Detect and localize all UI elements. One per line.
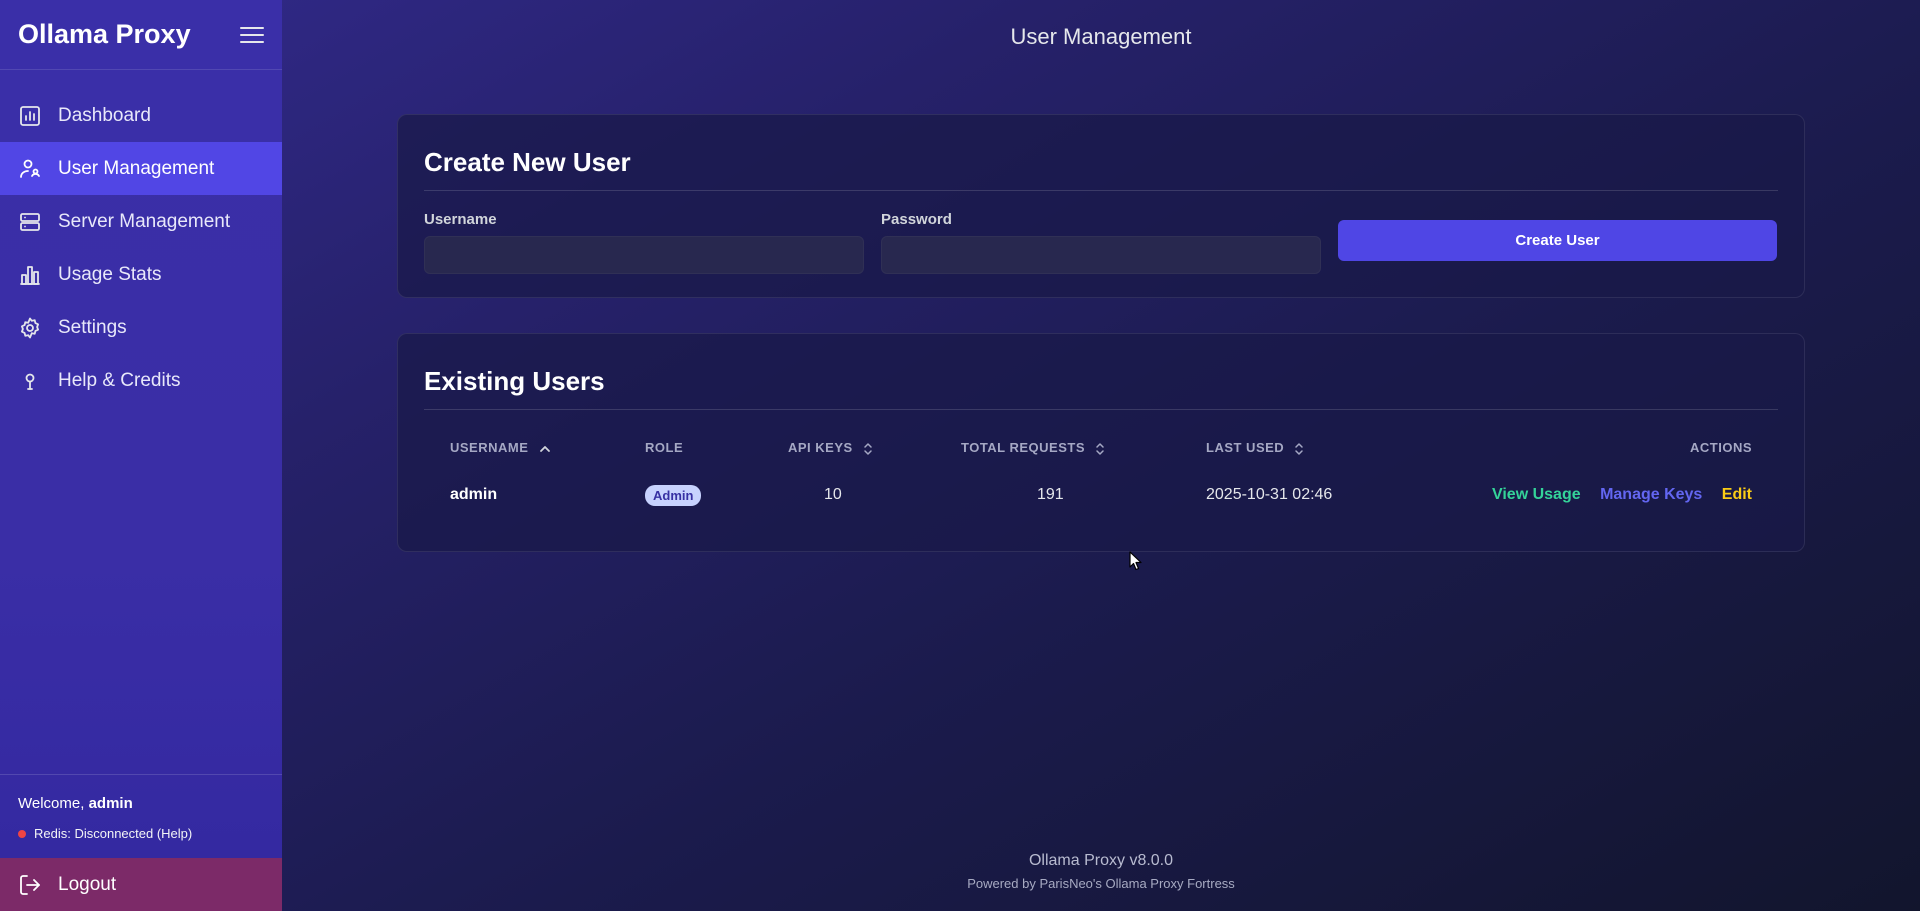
view-usage-link[interactable]: View Usage [1492, 486, 1581, 503]
create-user-card: Create New User Username Password Create… [397, 114, 1805, 298]
manage-keys-link[interactable]: Manage Keys [1600, 486, 1702, 503]
table-header-row: USERNAME ROLE API KEYS TOTAL REQUESTS LA… [424, 440, 1778, 472]
column-header-username[interactable]: USERNAME [424, 440, 619, 472]
logout-icon [20, 874, 40, 895]
cell-actions: View Usage Manage Keys Edit [1391, 472, 1778, 519]
create-user-heading: Create New User [424, 115, 1778, 191]
sidebar-item-server-management[interactable]: Server Management [0, 195, 282, 248]
sidebar-item-dashboard[interactable]: Dashboard [0, 89, 282, 142]
column-header-total-requests[interactable]: TOTAL REQUESTS [935, 440, 1180, 472]
sidebar-header: Ollama Proxy [0, 0, 282, 70]
sidebar-item-label: Help & Credits [58, 369, 181, 391]
existing-users-heading: Existing Users [424, 334, 1778, 410]
cell-username: admin [450, 486, 498, 504]
redis-status-text: Redis: Disconnected (Help) [34, 826, 193, 841]
sidebar-item-label: Dashboard [58, 104, 151, 126]
server-icon [20, 212, 40, 231]
password-input[interactable] [881, 236, 1321, 274]
app-title: Ollama Proxy [18, 19, 191, 49]
sidebar-item-user-management[interactable]: User Management [0, 142, 282, 195]
username-label: Username [424, 211, 497, 228]
role-badge: Admin [645, 484, 702, 506]
column-label: API KEYS [788, 440, 853, 455]
footer-version: Ollama Proxy v8.0.0 [1028, 852, 1174, 869]
redis-status[interactable]: Redis: Disconnected (Help) [18, 826, 264, 841]
column-header-role: ROLE [619, 440, 762, 472]
sidebar-item-label: Server Management [58, 210, 231, 232]
column-header-actions: ACTIONS [1391, 440, 1778, 472]
help-icon [25, 373, 35, 390]
column-header-api-keys[interactable]: API KEYS [762, 440, 935, 472]
sidebar-item-usage-stats[interactable]: Usage Stats [0, 248, 282, 301]
column-label: LAST USED [1206, 440, 1285, 455]
create-user-button[interactable]: Create User [1338, 220, 1777, 261]
column-header-last-used[interactable]: LAST USED [1180, 440, 1391, 472]
cell-role: Admin [619, 472, 762, 519]
chart-icon [20, 105, 40, 126]
sidebar-item-label: Settings [58, 316, 127, 338]
sidebar-item-help-credits[interactable]: Help & Credits [0, 354, 282, 407]
password-label: Password [881, 211, 952, 228]
column-label: ACTIONS [1690, 440, 1752, 456]
column-label: TOTAL REQUESTS [961, 440, 1086, 455]
page-title: User Management [1010, 24, 1192, 49]
sidebar-item-settings[interactable]: Settings [0, 301, 282, 354]
sidebar-item-label: Usage Stats [58, 263, 162, 285]
sidebar: Ollama Proxy Dashboard User Management S… [0, 0, 282, 911]
username-input[interactable] [424, 236, 864, 274]
column-label: USERNAME [450, 440, 529, 456]
column-label: ROLE [645, 440, 684, 456]
user-info: Welcome, admin Redis: Disconnected (Help… [0, 774, 282, 858]
create-user-form: Username Password Create User [424, 211, 1778, 274]
cell-total-requests: 191 [1037, 486, 1064, 504]
logout-label: Logout [58, 873, 117, 895]
welcome-username: admin [88, 795, 133, 812]
users-table: USERNAME ROLE API KEYS TOTAL REQUESTS LA… [424, 440, 1778, 519]
sort-icon [1295, 442, 1304, 455]
main-content: User Management Create New User Username… [282, 0, 1920, 911]
cell-api-keys: 10 [824, 486, 842, 504]
edit-link[interactable]: Edit [1722, 486, 1752, 503]
footer-powered: Powered by ParisNeo's Ollama Proxy Fortr… [967, 876, 1235, 891]
mouse-cursor-icon [1129, 551, 1142, 571]
sort-icon [864, 442, 872, 455]
sort-up-icon [539, 445, 550, 452]
welcome-text: Welcome, admin [18, 795, 264, 812]
bar-chart-icon [20, 265, 40, 285]
welcome-prefix: Welcome, [18, 795, 85, 812]
cell-last-used: 2025-10-31 02:46 [1206, 486, 1333, 504]
users-icon [20, 159, 40, 178]
logout-button[interactable]: Logout [0, 858, 282, 911]
menu-icon[interactable] [240, 23, 264, 47]
sidebar-nav: Dashboard User Management Server Managem… [0, 70, 282, 407]
gear-icon [21, 317, 39, 338]
sort-icon [1096, 442, 1104, 455]
password-field-group: Password [881, 211, 1321, 274]
existing-users-card: Existing Users USERNAME ROLE API KEYS TO… [397, 333, 1805, 552]
status-dot-icon [18, 829, 26, 838]
sidebar-item-label: User Management [58, 157, 215, 179]
username-field-group: Username [424, 211, 864, 274]
table-row: admin Admin 10 191 2025-10-31 02:46 View… [424, 472, 1778, 519]
